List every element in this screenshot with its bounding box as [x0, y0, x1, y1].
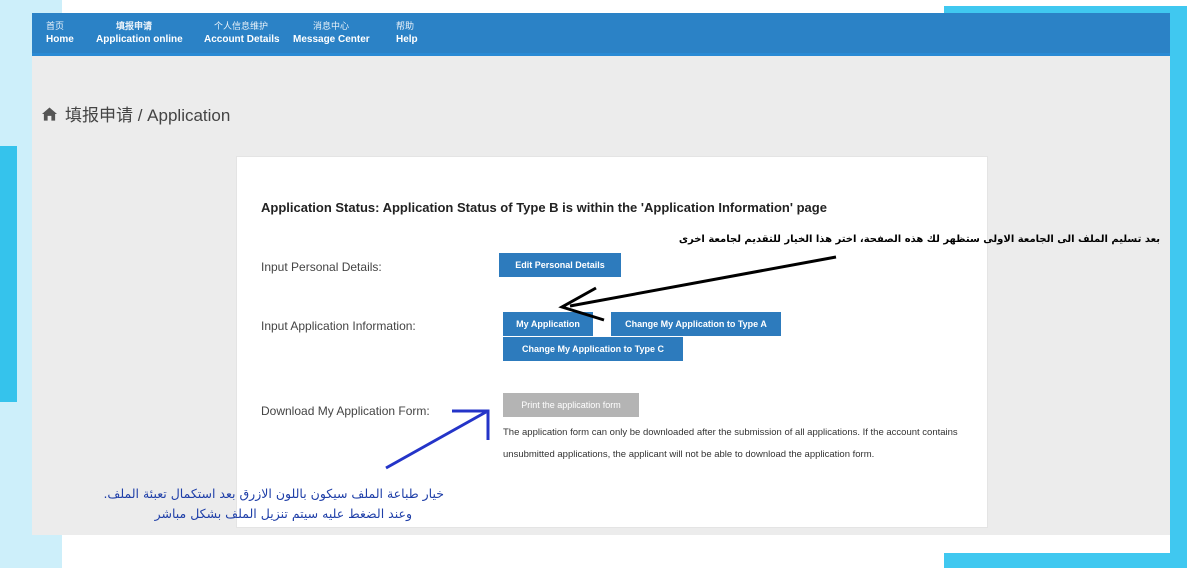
edit-personal-details-button[interactable]: Edit Personal Details: [499, 253, 621, 277]
personal-details-label: Input Personal Details:: [261, 260, 382, 274]
nav-help[interactable]: 帮助 Help: [396, 20, 418, 46]
nav-account-zh: 个人信息维护: [214, 21, 269, 31]
download-note: The application form can only be downloa…: [503, 427, 958, 460]
nav-account-details[interactable]: 个人信息维护 Account Details: [204, 20, 280, 46]
print-application-form-button[interactable]: Print the application form: [503, 393, 639, 417]
my-application-button[interactable]: My Application: [503, 312, 593, 336]
nav-application-zh: 填报申请: [116, 21, 153, 31]
change-to-type-a-button[interactable]: Change My Application to Type A: [611, 312, 781, 336]
breadcrumb: 填报申请 / Application: [42, 101, 230, 126]
application-panel: Application Status: Application Status o…: [236, 156, 988, 528]
nav-message-center[interactable]: 消息中心 Message Center: [293, 20, 370, 46]
frame-bottom-right-accent: [944, 553, 1187, 568]
nav-home-zh: 首页: [46, 21, 65, 31]
nav-help-en: Help: [396, 34, 418, 45]
nav-application-online[interactable]: 填报申请 Application online: [96, 20, 183, 46]
breadcrumb-text: 填报申请 / Application: [65, 106, 231, 125]
top-navbar: 首页 Home 填报申请 Application online 个人信息维护 A…: [32, 13, 1170, 56]
home-icon: [42, 106, 57, 121]
arabic-annotation-top: بعد تسليم الملف الى الجامعة الاولى ستظهر…: [678, 234, 1160, 245]
nav-home-en: Home: [46, 34, 74, 45]
application-screen: 首页 Home 填报申请 Application online 个人信息维护 A…: [32, 13, 1170, 535]
nav-message-en: Message Center: [293, 34, 370, 45]
nav-account-en: Account Details: [204, 34, 280, 45]
nav-message-zh: 消息中心: [313, 21, 350, 31]
nav-help-zh: 帮助: [396, 21, 415, 31]
change-to-type-c-button[interactable]: Change My Application to Type C: [503, 337, 683, 361]
nav-home[interactable]: 首页 Home: [46, 20, 74, 46]
frame-left-accent: [0, 146, 17, 402]
nav-application-en: Application online: [96, 34, 183, 45]
arabic-annotation-bottom-line1: خيار طباعة الملف سيكون باللون الازرق بعد…: [103, 486, 444, 501]
application-status-title: Application Status: Application Status o…: [261, 200, 827, 215]
arabic-annotation-bottom-line2: وعند الضغط عليه سيتم تنزيل الملف بشكل مب…: [154, 506, 412, 521]
application-information-label: Input Application Information:: [261, 319, 416, 333]
frame-right-accent: [1170, 6, 1187, 568]
download-form-label: Download My Application Form:: [261, 404, 430, 418]
